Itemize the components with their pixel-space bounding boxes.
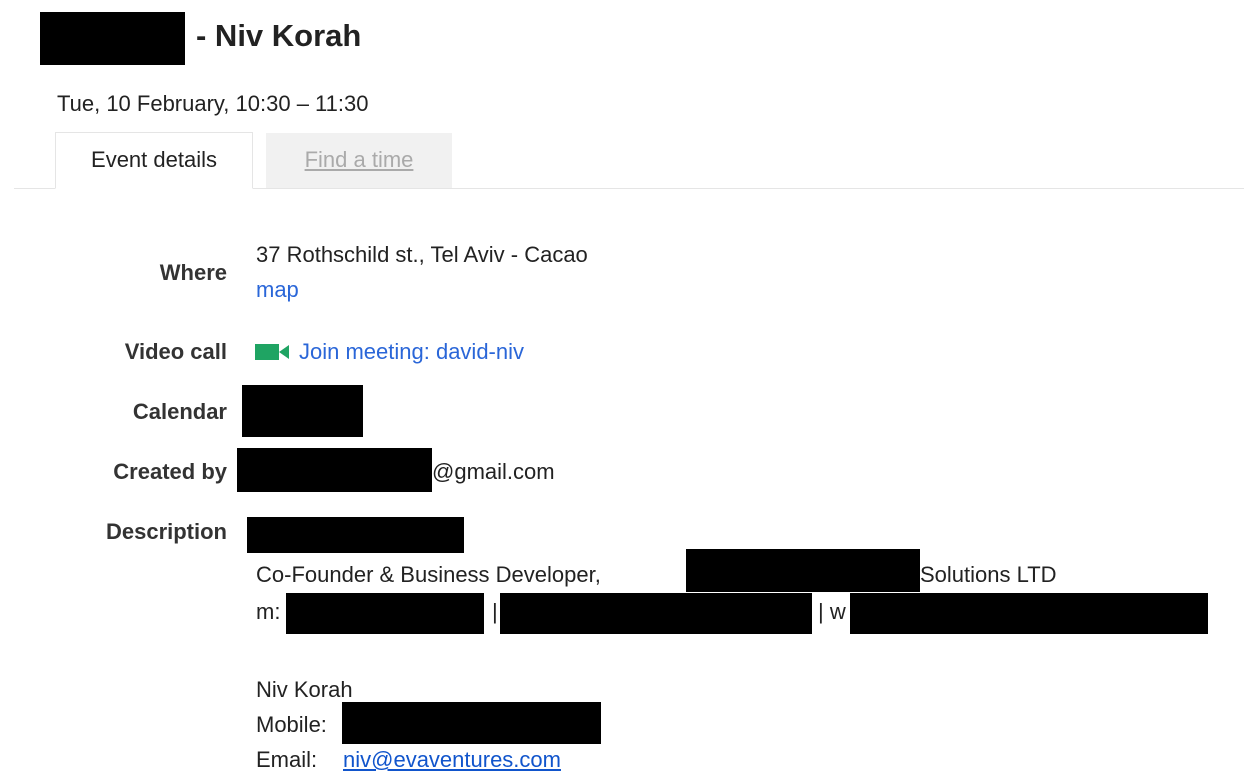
description-label: Description (105, 519, 227, 544)
redacted-title-prefix (40, 12, 185, 65)
signature-name: Niv Korah (256, 677, 353, 702)
signature-email-label: Email: (256, 747, 318, 772)
event-datetime: Tue, 10 February, 10:30 – 11:30 (57, 91, 369, 116)
description-separator-1: | (492, 599, 498, 624)
description-mobile-prefix: m: (256, 599, 281, 624)
description-title-prefix: Co-Founder & Business Developer, (256, 562, 601, 587)
redacted-creator-email (237, 448, 432, 492)
where-label: Where (159, 260, 227, 285)
signature-email-link[interactable]: niv@evaventures.com (343, 745, 561, 775)
redacted-website (850, 593, 1208, 634)
creator-email-domain: @gmail.com (432, 459, 555, 484)
where-value: 37 Rothschild st., Tel Aviv - Cacao (256, 242, 588, 267)
calendar-label: Calendar (132, 399, 227, 424)
redacted-contact-info (500, 593, 812, 634)
description-title-suffix: Solutions LTD (920, 562, 1057, 587)
join-meeting-link[interactable]: Join meeting: david-niv (299, 337, 524, 367)
tab-find-a-time[interactable]: Find a time (266, 133, 452, 188)
map-link[interactable]: map (256, 275, 299, 305)
video-camera-icon (255, 344, 289, 360)
redacted-signature-mobile (342, 702, 601, 744)
created-by-label: Created by (113, 459, 227, 484)
redacted-mobile-number (286, 593, 484, 634)
redacted-description-line (247, 517, 464, 553)
redacted-calendar-name (242, 385, 363, 437)
signature-mobile-label: Mobile: (256, 712, 327, 737)
description-separator-2: | w (818, 599, 846, 624)
event-title: - Niv Korah (196, 18, 362, 53)
tab-event-details[interactable]: Event details (55, 132, 253, 189)
redacted-company-name (686, 549, 920, 592)
video-call-label: Video call (124, 339, 227, 364)
